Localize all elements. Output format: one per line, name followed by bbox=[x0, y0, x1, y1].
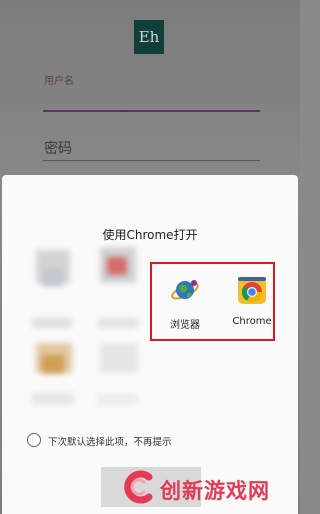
chrome-option[interactable]: Chrome bbox=[226, 272, 278, 334]
chrome-icon bbox=[237, 275, 267, 305]
watermark-logo-icon bbox=[118, 467, 158, 507]
browser-option-label: 浏览器 bbox=[170, 320, 200, 331]
username-field[interactable] bbox=[43, 110, 260, 112]
browser-icon bbox=[170, 275, 200, 305]
password-underline bbox=[43, 160, 260, 161]
browser-option[interactable]: 浏览器 bbox=[159, 272, 211, 334]
app-logo-text: Eh bbox=[138, 28, 160, 46]
watermark-text: 创新游戏网 bbox=[160, 479, 270, 503]
username-label: 用户名 bbox=[44, 76, 74, 87]
app-logo: Eh bbox=[134, 20, 164, 54]
password-field[interactable]: 密码 bbox=[44, 138, 72, 158]
sheet-title: 使用Chrome打开 bbox=[102, 228, 198, 242]
chrome-option-label: Chrome bbox=[232, 316, 272, 327]
app-chooser-sheet: 使用Chrome打开 浏览器 Chrome 下次默认选择此项，不再提示 bbox=[2, 175, 298, 514]
default-choice-label: 下次默认选择此项，不再提示 bbox=[48, 437, 172, 448]
default-choice-radio[interactable] bbox=[27, 433, 41, 447]
